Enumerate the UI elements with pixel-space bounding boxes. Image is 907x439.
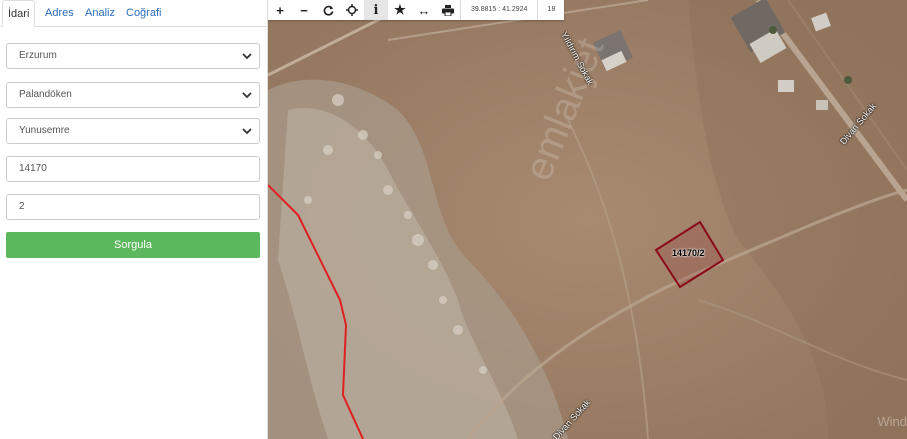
os-watermark: Wind xyxy=(877,414,907,429)
ilce-select[interactable]: Palandöken xyxy=(6,82,260,108)
info-icon[interactable]: i xyxy=(364,0,388,20)
sorgula-button[interactable]: Sorgula xyxy=(6,232,260,258)
chevron-down-icon xyxy=(242,92,252,99)
ilce-select-value: Palandöken xyxy=(19,89,72,100)
tab-analiz[interactable]: Analiz xyxy=(85,0,115,26)
il-select[interactable]: Erzurum xyxy=(6,43,260,69)
zoom-out-icon[interactable]: − xyxy=(292,0,316,20)
mahalle-select[interactable]: Yunusemre xyxy=(6,118,260,144)
parsel-input[interactable]: 2 xyxy=(6,194,260,220)
chevron-down-icon xyxy=(242,53,252,60)
star-icon[interactable]: ★ xyxy=(388,0,412,20)
zoom-in-icon[interactable]: + xyxy=(268,0,292,20)
zoom-level: 18 xyxy=(537,0,564,20)
ada-input-value: 14170 xyxy=(19,163,47,174)
print-icon[interactable] xyxy=(436,0,460,20)
locate-icon[interactable] xyxy=(340,0,364,20)
ada-input[interactable]: 14170 xyxy=(6,156,260,182)
query-panel: İdari Adres Analiz Coğrafi Erzurum Palan… xyxy=(0,0,268,439)
tab-idari[interactable]: İdari xyxy=(2,0,36,27)
map-toolbar: + − i ★ ↔ 39.8815 : 41.2924 18 xyxy=(268,0,565,20)
refresh-icon[interactable] xyxy=(316,0,340,20)
parsel-input-value: 2 xyxy=(19,201,25,212)
mahalle-select-value: Yunusemre xyxy=(19,125,70,136)
tab-adres[interactable]: Adres xyxy=(45,0,74,26)
measure-icon[interactable]: ↔ xyxy=(412,0,436,20)
il-select-value: Erzurum xyxy=(19,50,57,61)
chevron-down-icon xyxy=(242,128,252,135)
satellite-map[interactable]: emlakjet Yıldırım Sokak Divan Sokak Diva… xyxy=(268,0,907,439)
tab-bar: İdari Adres Analiz Coğrafi xyxy=(0,0,267,27)
tab-cografi[interactable]: Coğrafi xyxy=(126,0,161,26)
parcel-label: 14170/2 xyxy=(672,248,705,258)
coordinate-readout: 39.8815 : 41.2924 xyxy=(460,0,537,20)
